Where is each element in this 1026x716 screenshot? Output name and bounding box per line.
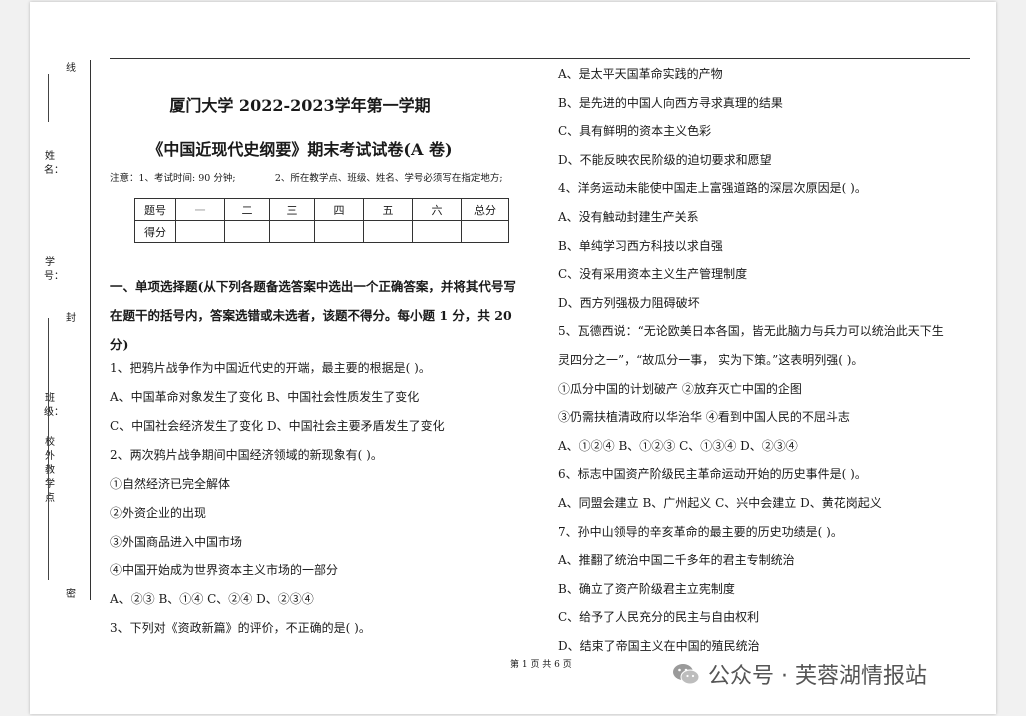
binding-line (90, 60, 91, 600)
score-header-cell: 三 (269, 198, 315, 221)
watermark: 公众号 · 芙蓉湖情报站 (672, 658, 927, 690)
question-line: B、是先进的中国人向西方寻求真理的结果 (558, 95, 783, 110)
question-line: A、①②④ B、①②③ C、①③④ D、②③④ (558, 438, 798, 453)
exam-notice: 注意：1、考试时间: 90 分钟; 2、所在教学点、班级、姓名、学号必须写在指定… (110, 173, 503, 184)
score-header-cell: 五 (363, 198, 413, 221)
question-line: 2、两次鸦片战争期间中国经济领域的新现象有( )。 (110, 448, 383, 462)
question-line: 6、标志中国资产阶级民主革命运动开始的历史事件是( )。 (558, 467, 867, 482)
margin-bracket (48, 318, 52, 580)
score-cell[interactable] (314, 220, 364, 243)
section-title: 一、单项选择题(从下列各题备选答案中选出一个正确答案，并将其代号写在题干的括号内… (110, 279, 516, 352)
margin-xingming: 姓名： (44, 151, 64, 176)
score-cell[interactable] (363, 220, 413, 243)
watermark-text: 公众号 · 芙蓉湖情报站 (708, 664, 927, 689)
question-line: A、同盟会建立 B、广州起义 C、兴中会建立 D、黄花岗起义 (558, 496, 882, 510)
question-line: A、中国革命对象发生了变化 B、中国社会性质发生了变化 (110, 390, 420, 404)
margin-xian: 线 (66, 63, 76, 74)
question-line: C、给予了人民充分的民主与自由权利 (558, 610, 760, 625)
exam-title-university: 厦门大学 2022-2023学年第一学期 (169, 96, 431, 115)
question-line: ①瓜分中国的计划破产 ②放弃灭亡中国的企图 (558, 381, 802, 396)
question-line: 3、下列对《资政新篇》的评价，不正确的是( )。 (110, 621, 371, 635)
score-cell[interactable] (175, 220, 225, 243)
question-line: C、具有鲜明的资本主义色彩 (558, 124, 712, 139)
question-line: D、西方列强极力阻碍破坏 (558, 295, 700, 310)
question-line: 灵四分之一”，“故瓜分一事， 实为下策。”这表明列强( )。 (558, 353, 864, 367)
question-line: ④中国开始成为世界资本主义市场的一部分 (110, 563, 339, 577)
question-line: 7、孙中山领导的辛亥革命的最主要的历史功绩是( )。 (558, 524, 843, 539)
question-line: ①自然经济已完全解体 (110, 477, 231, 491)
question-line: A、②③ B、①④ C、②④ D、②③④ (110, 592, 314, 606)
question-line: C、没有采用资本主义生产管理制度 (558, 267, 748, 282)
score-cell[interactable] (269, 220, 315, 243)
score-header-cell: 题号 (134, 198, 176, 221)
question-line: ③仍需扶植清政府以华治华 ④看到中国人民的不屈斗志 (558, 410, 850, 425)
question-line: ③外国商品进入中国市场 (110, 535, 243, 549)
score-header-cell: 总分 (461, 198, 509, 221)
margin-feng: 封 (66, 313, 76, 324)
score-header-cell: 四 (314, 198, 364, 221)
exam-page: 线 姓名： 学号： 封 班级： 校外教学点 密 厦门大学 2022-2023学年… (30, 2, 996, 714)
question-line: B、确立了资产阶级君主立宪制度 (558, 581, 735, 596)
score-cell[interactable] (224, 220, 270, 243)
score-header-cell: 一 (175, 198, 225, 221)
question-line: D、不能反映农民阶级的迫切要求和愿望 (558, 152, 772, 167)
question-line: ②外资企业的出现 (110, 506, 207, 520)
question-line: D、结束了帝国主义在中国的殖民统治 (558, 639, 760, 653)
question-line: 4、洋务运动未能使中国走上富强道路的深层次原因是( )。 (558, 181, 867, 196)
question-line: B、单纯学习西方科技以求自强 (558, 238, 723, 253)
score-table: 题号 一 二 三 四 五 六 总分 得分 (134, 198, 509, 243)
score-header-cell: 二 (224, 198, 270, 221)
wechat-icon (673, 664, 700, 685)
score-row-label: 得分 (134, 220, 176, 243)
question-line: 1、把鸦片战争作为中国近代史的开端，最主要的根据是( )。 (110, 361, 431, 375)
exam-title-course: 《中国近现代史纲要》期末考试试卷(A 卷) (147, 140, 453, 159)
top-rule (110, 58, 970, 59)
margin-mi: 密 (66, 589, 76, 600)
margin-xuehao: 学号： (44, 257, 64, 282)
score-header-cell: 六 (412, 198, 462, 221)
score-cell[interactable] (412, 220, 462, 243)
question-line: A、是太平天国革命实践的产物 (558, 67, 723, 81)
question-line: A、没有触动封建生产关系 (558, 210, 699, 224)
question-line: C、中国社会经济发生了变化 D、中国社会主要矛盾发生了变化 (110, 419, 445, 433)
page-footer: 第 1 页 共 6 页 (510, 660, 572, 670)
margin-bracket (48, 74, 52, 122)
question-line: 5、瓦德西说：“无论欧美日本各国，皆无此脑力与兵力可以统治此天下生 (558, 324, 944, 339)
question-line: A、推翻了统治中国二千多年的君主专制统治 (558, 553, 795, 568)
score-cell[interactable] (461, 220, 509, 243)
